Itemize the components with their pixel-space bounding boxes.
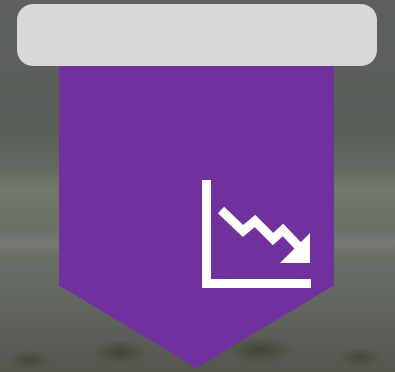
- header-bar: [17, 4, 377, 66]
- background-scene: [0, 0, 395, 372]
- trending-down-chart-icon: [202, 180, 311, 288]
